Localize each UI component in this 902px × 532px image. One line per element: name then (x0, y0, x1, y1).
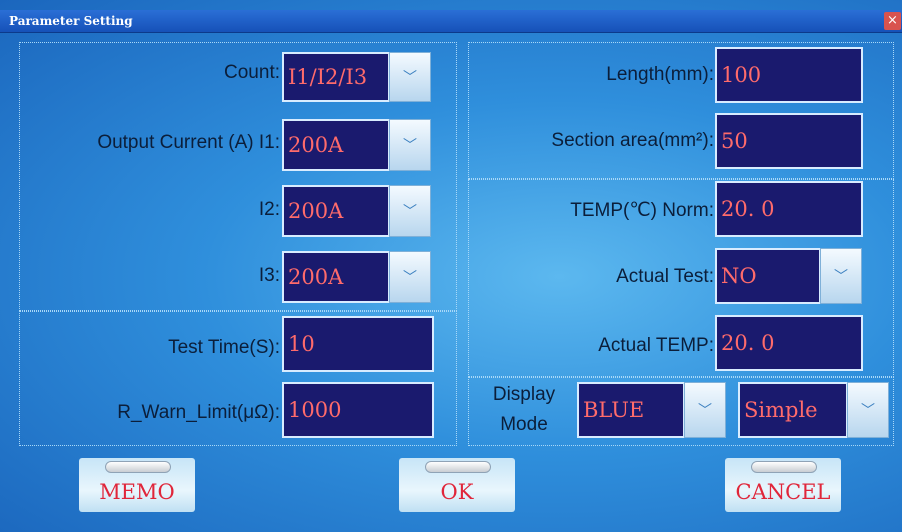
section-area-input[interactable]: 50 (715, 113, 863, 169)
i2-select[interactable]: 200A (282, 185, 390, 237)
i1-select[interactable]: 200A (282, 119, 390, 171)
display-mode-label-1: Display (492, 384, 556, 405)
i3-dropdown-button[interactable]: ﹀ (389, 251, 431, 303)
length-input[interactable]: 100 (715, 47, 863, 103)
temp-norm-input[interactable]: 20. 0 (715, 181, 863, 237)
memo-button[interactable]: MEMO (79, 458, 195, 512)
actual-test-select[interactable]: NO (715, 248, 821, 304)
chevron-down-icon: ﹀ (403, 70, 417, 86)
memo-button-label: MEMO (99, 480, 175, 504)
i3-label: I3: (258, 265, 280, 286)
actual-temp-label: Actual TEMP: (598, 335, 714, 356)
window-title: Parameter Setting (9, 14, 133, 28)
chevron-down-icon: ﹀ (403, 270, 417, 286)
test-time-input[interactable]: 10 (282, 316, 434, 372)
actual-temp-input[interactable]: 20. 0 (715, 315, 863, 371)
actual-test-label: Actual Test: (616, 266, 714, 287)
count-select[interactable]: I1/I2/I3 (282, 52, 390, 102)
display-mode-label-2: Mode (500, 414, 548, 435)
warn-limit-label: R_Warn_Limit(μΩ): (117, 402, 280, 423)
button-cap (751, 461, 817, 473)
close-icon[interactable]: × (884, 12, 901, 30)
i1-dropdown-button[interactable]: ﹀ (389, 119, 431, 171)
count-label: Count: (224, 62, 280, 83)
i2-dropdown-button[interactable]: ﹀ (389, 185, 431, 237)
title-bar: Parameter Setting × (0, 10, 902, 33)
display-color-select[interactable]: BLUE (577, 382, 685, 438)
display-color-dropdown-button[interactable]: ﹀ (684, 382, 726, 438)
temp-norm-label: TEMP(℃) Norm: (570, 200, 714, 221)
ok-button-label: OK (440, 480, 474, 504)
cancel-button[interactable]: CANCEL (725, 458, 841, 512)
chevron-down-icon: ﹀ (403, 204, 417, 220)
display-style-select[interactable]: Simple (738, 382, 848, 438)
ok-button[interactable]: OK (399, 458, 515, 512)
count-dropdown-button[interactable]: ﹀ (389, 52, 431, 102)
chevron-down-icon: ﹀ (698, 403, 712, 419)
button-cap (425, 461, 491, 473)
warn-limit-input[interactable]: 1000 (282, 382, 434, 438)
i1-label: Output Current (A) I1: (97, 132, 280, 153)
length-label: Length(mm): (606, 64, 714, 85)
i2-label: I2: (258, 199, 280, 220)
display-style-dropdown-button[interactable]: ﹀ (847, 382, 889, 438)
chevron-down-icon: ﹀ (403, 138, 417, 154)
chevron-down-icon: ﹀ (834, 269, 848, 285)
chevron-down-icon: ﹀ (861, 403, 875, 419)
section-area-label: Section area(mm²): (551, 130, 714, 151)
test-time-label: Test Time(S): (168, 337, 280, 358)
cancel-button-label: CANCEL (735, 480, 831, 504)
button-cap (105, 461, 171, 473)
actual-test-dropdown-button[interactable]: ﹀ (820, 248, 862, 304)
i3-select[interactable]: 200A (282, 251, 390, 303)
parameter-setting-screen: Parameter Setting × Count: I1/I2/I3 ﹀ Ou… (0, 0, 902, 532)
